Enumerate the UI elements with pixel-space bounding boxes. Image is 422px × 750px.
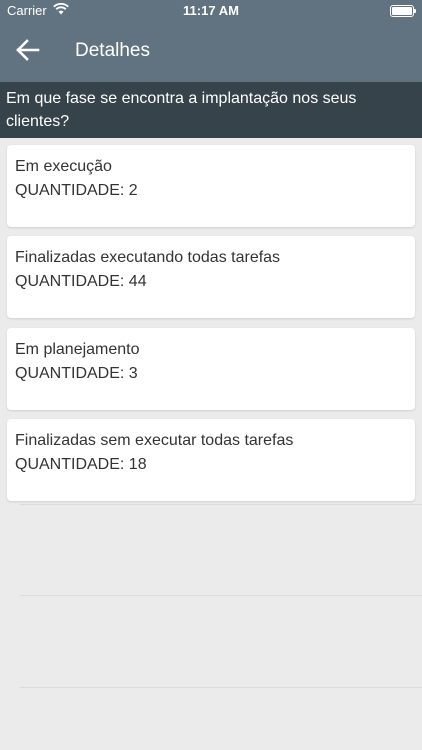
divider (20, 595, 422, 596)
clock: 11:17 AM (183, 3, 239, 18)
item-quantity: QUANTIDADE: 2 (15, 182, 138, 199)
status-bar: Carrier 11:17 AM (0, 0, 422, 22)
question-banner: Em que fase se encontra a implantação no… (0, 82, 422, 138)
item-label: Finalizadas sem executar todas tarefas (15, 432, 294, 449)
divider (20, 504, 422, 505)
page-title: Detalhes (75, 40, 150, 61)
list-item[interactable]: Finalizadas executando todas tarefas QUA… (7, 236, 415, 318)
item-label: Finalizadas executando todas tarefas (15, 249, 281, 266)
arrow-left-icon (16, 38, 40, 66)
list-item[interactable]: Finalizadas sem executar todas tarefas Q… (7, 419, 415, 501)
item-quantity: QUANTIDADE: 18 (15, 456, 147, 473)
item-quantity: QUANTIDADE: 3 (15, 365, 138, 382)
item-label: Em planejamento (15, 341, 140, 358)
navigation-bar: Detalhes (0, 22, 422, 82)
battery-icon (390, 5, 416, 17)
app-header: Carrier 11:17 AM Detalhes (0, 0, 422, 82)
item-label: Em execução (15, 158, 112, 175)
item-quantity: QUANTIDADE: 44 (15, 273, 147, 290)
divider (20, 687, 422, 688)
list-item[interactable]: Em execução QUANTIDADE: 2 (7, 145, 415, 227)
list-item[interactable]: Em planejamento QUANTIDADE: 3 (7, 328, 415, 410)
back-button[interactable] (10, 36, 46, 68)
